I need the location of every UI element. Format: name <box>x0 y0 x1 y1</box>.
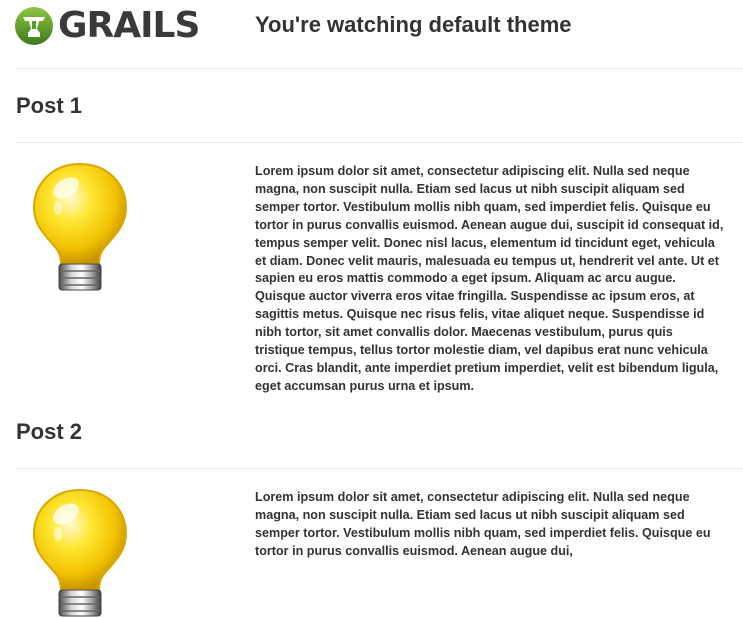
divider <box>15 68 743 69</box>
page-title: You're watching default theme <box>255 12 572 37</box>
grails-logo[interactable]: GRAILS <box>14 5 200 47</box>
logo-text: GRAILS <box>58 5 200 46</box>
lightbulb-icon <box>33 163 127 291</box>
grails-cup-icon <box>15 7 53 45</box>
post-title: Post 2 <box>16 419 83 444</box>
divider <box>15 468 743 469</box>
lightbulb-icon <box>33 489 127 617</box>
post-body: Lorem ipsum dolor sit amet, consectetur … <box>255 164 724 393</box>
post-body: Lorem ipsum dolor sit amet, consectetur … <box>255 490 711 558</box>
divider <box>15 142 743 143</box>
header: GRAILS You're watching default theme <box>0 0 743 68</box>
post-title: Post 1 <box>16 93 83 118</box>
